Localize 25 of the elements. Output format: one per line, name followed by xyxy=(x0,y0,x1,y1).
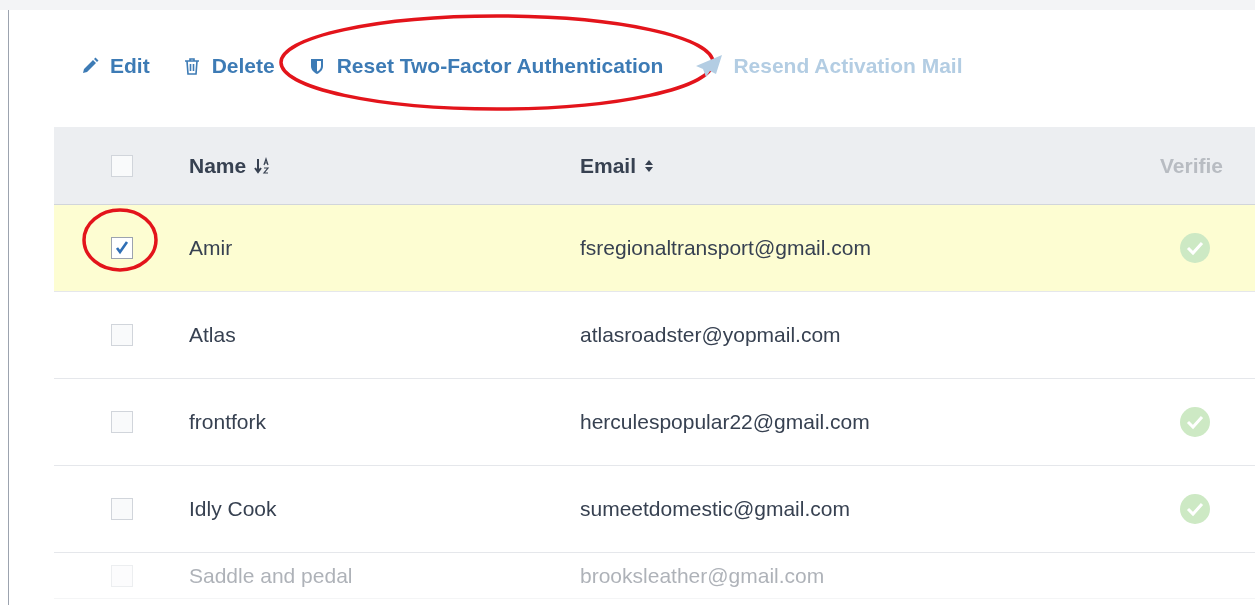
email-cell-text: brooksleather@gmail.com xyxy=(580,562,826,589)
name-cell-text: Atlas xyxy=(189,322,237,349)
checkmark-icon xyxy=(113,240,130,256)
email-cell-text: herculespopular22@gmail.com xyxy=(580,409,871,436)
email-cell-text: fsregionaltransport@gmail.com xyxy=(580,235,872,262)
toolbar-button[interactable]: Edit xyxy=(80,49,150,82)
name-cell-text: frontfork xyxy=(189,409,268,436)
checkbox[interactable] xyxy=(110,411,133,433)
checkbox[interactable] xyxy=(110,498,133,520)
email-cell-text: sumeetdomestic@gmail.com xyxy=(580,496,851,523)
email-cell-text: atlasroadster@yopmail.com xyxy=(580,322,842,349)
pencil-icon xyxy=(80,55,100,76)
name-cell-text: Saddle and pedal xyxy=(189,562,354,589)
checkbox[interactable] xyxy=(110,237,133,259)
checkbox[interactable] xyxy=(110,324,133,346)
column-header[interactable]: Email xyxy=(580,149,637,182)
sort-icon[interactable] xyxy=(254,156,271,175)
table-row[interactable]: Amir fsregionaltransport@gmail.com xyxy=(54,205,1255,292)
name-cell-text: Idly Cook xyxy=(189,496,278,523)
sort-icon[interactable] xyxy=(644,158,655,173)
paper-plane-icon xyxy=(695,53,724,78)
column-header[interactable]: Name xyxy=(189,149,247,182)
checkbox[interactable] xyxy=(110,154,133,177)
name-cell-text: Amir xyxy=(189,235,234,262)
toolbar-button[interactable]: Delete xyxy=(181,49,275,82)
